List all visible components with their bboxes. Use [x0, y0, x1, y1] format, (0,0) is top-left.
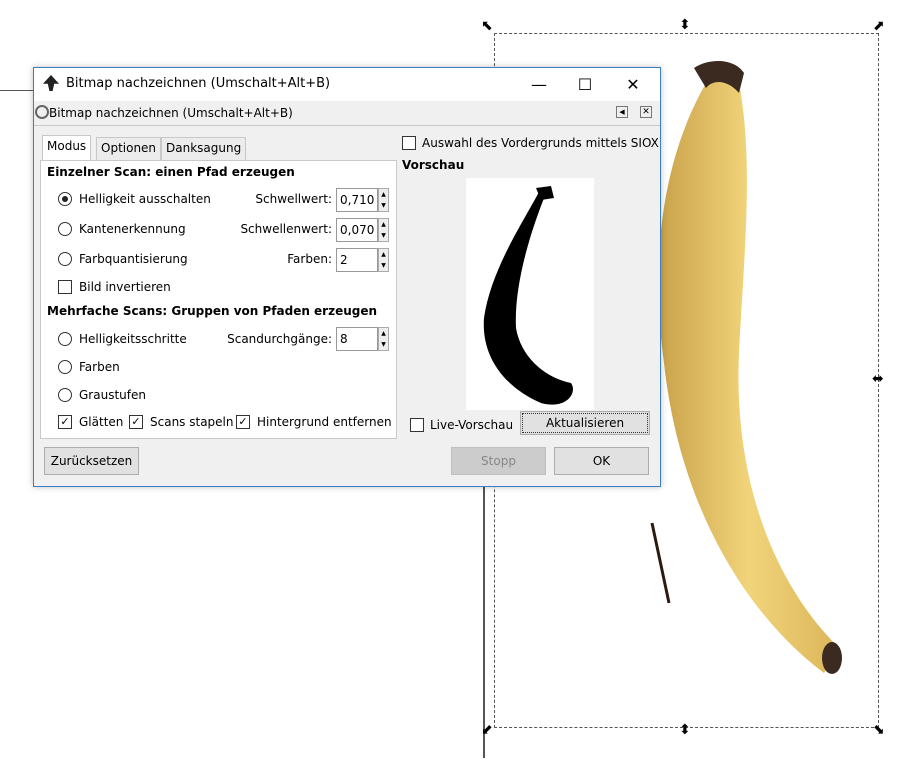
scans-label: Scandurchgänge: [227, 332, 332, 346]
radio-grays[interactable] [58, 388, 72, 402]
preview-image [466, 178, 594, 410]
edge-threshold-stepper[interactable]: ▲ ▼ [378, 218, 389, 242]
remove-bg-label: Hintergrund entfernen [257, 415, 392, 429]
resize-handle-e[interactable]: ⬌ [872, 371, 884, 387]
resize-handle-ne[interactable]: ⬈ [873, 18, 885, 34]
brightness-steps-label: Helligkeitsschritte [79, 332, 187, 346]
radio-colors[interactable] [58, 360, 72, 374]
resize-handle-se[interactable]: ⬊ [873, 722, 885, 738]
modus-panel: Einzelner Scan: einen Pfad erzeugen Hell… [40, 160, 397, 439]
minimize-button[interactable]: — [516, 68, 562, 100]
smooth-label: Glätten [79, 415, 124, 429]
smooth-checkbox[interactable]: ✓ [58, 415, 72, 429]
threshold-label: Schwellwert: [255, 192, 332, 206]
preview-heading: Vorschau [402, 158, 465, 172]
stack-checkbox[interactable]: ✓ [129, 415, 143, 429]
tab-danksagung[interactable]: Danksagung [161, 137, 247, 161]
invert-label: Bild invertieren [79, 280, 171, 294]
close-button[interactable]: ✕ [610, 68, 656, 100]
color-quant-label: Farbquantisierung [79, 252, 188, 266]
resize-handle-n[interactable]: ⬍ [679, 17, 691, 33]
ok-button[interactable]: OK [554, 447, 649, 475]
invert-checkbox[interactable] [58, 280, 72, 294]
colors-label: Farben: [287, 252, 332, 266]
canvas-page-border [483, 480, 485, 758]
stack-label: Scans stapeln [150, 415, 234, 429]
threshold-stepper[interactable]: ▲ ▼ [378, 188, 389, 212]
dock-iconify-icon[interactable]: ◀ [616, 106, 628, 118]
edge-label: Kantenerkennung [79, 222, 186, 236]
live-preview-checkbox[interactable] [410, 418, 424, 432]
live-preview-label: Live-Vorschau [430, 418, 514, 432]
siox-label: Auswahl des Vordergrunds mittels SIOX [422, 136, 659, 150]
remove-bg-checkbox[interactable]: ✓ [236, 415, 250, 429]
colors-multi-label: Farben [79, 360, 120, 374]
canvas-guide-line [0, 90, 34, 91]
edge-threshold-label: Schwellenwert: [240, 222, 332, 236]
radio-brightness[interactable] [58, 192, 72, 206]
grays-label: Graustufen [79, 388, 146, 402]
colors-stepper[interactable]: ▲ ▼ [378, 248, 389, 272]
dock-close-icon[interactable]: ✕ [640, 106, 652, 118]
window-title: Bitmap nachzeichnen (Umschalt+Alt+B) [66, 76, 331, 91]
dock-title: Bitmap nachzeichnen (Umschalt+Alt+B) [49, 106, 293, 120]
resize-handle-s[interactable]: ⬍ [679, 722, 691, 738]
tab-modus[interactable]: Modus [42, 135, 92, 161]
maximize-button[interactable]: ☐ [562, 68, 608, 100]
scans-input[interactable]: 8 [336, 327, 378, 351]
dock-header: Bitmap nachzeichnen (Umschalt+Alt+B) ◀ ✕ [34, 101, 660, 126]
title-bar[interactable]: Bitmap nachzeichnen (Umschalt+Alt+B) — ☐… [34, 68, 660, 101]
radio-color-quant[interactable] [58, 252, 72, 266]
inkscape-icon [43, 75, 59, 91]
trace-bitmap-dialog: Bitmap nachzeichnen (Umschalt+Alt+B) — ☐… [33, 67, 661, 487]
colors-input[interactable]: 2 [336, 248, 378, 272]
threshold-input[interactable]: 0,710 [336, 188, 378, 212]
stop-button[interactable]: Stopp [451, 447, 546, 475]
siox-checkbox[interactable] [402, 136, 416, 150]
edge-threshold-input[interactable]: 0,070 [336, 218, 378, 242]
tab-optionen[interactable]: Optionen [96, 137, 162, 161]
single-scan-heading: Einzelner Scan: einen Pfad erzeugen [47, 165, 295, 179]
multi-scan-heading: Mehrfache Scans: Gruppen von Pfaden erze… [47, 304, 378, 318]
resize-handle-nw[interactable]: ⬉ [481, 18, 493, 34]
scans-stepper[interactable]: ▲ ▼ [378, 327, 389, 351]
radio-brightness-steps[interactable] [58, 332, 72, 346]
update-button[interactable]: Aktualisieren [520, 411, 650, 435]
resize-handle-sw[interactable]: ⬋ [481, 722, 493, 738]
brightness-label: Helligkeit ausschalten [79, 192, 211, 206]
radio-edge[interactable] [58, 222, 72, 236]
trace-icon [35, 105, 49, 119]
reset-button[interactable]: Zurücksetzen [44, 447, 139, 475]
